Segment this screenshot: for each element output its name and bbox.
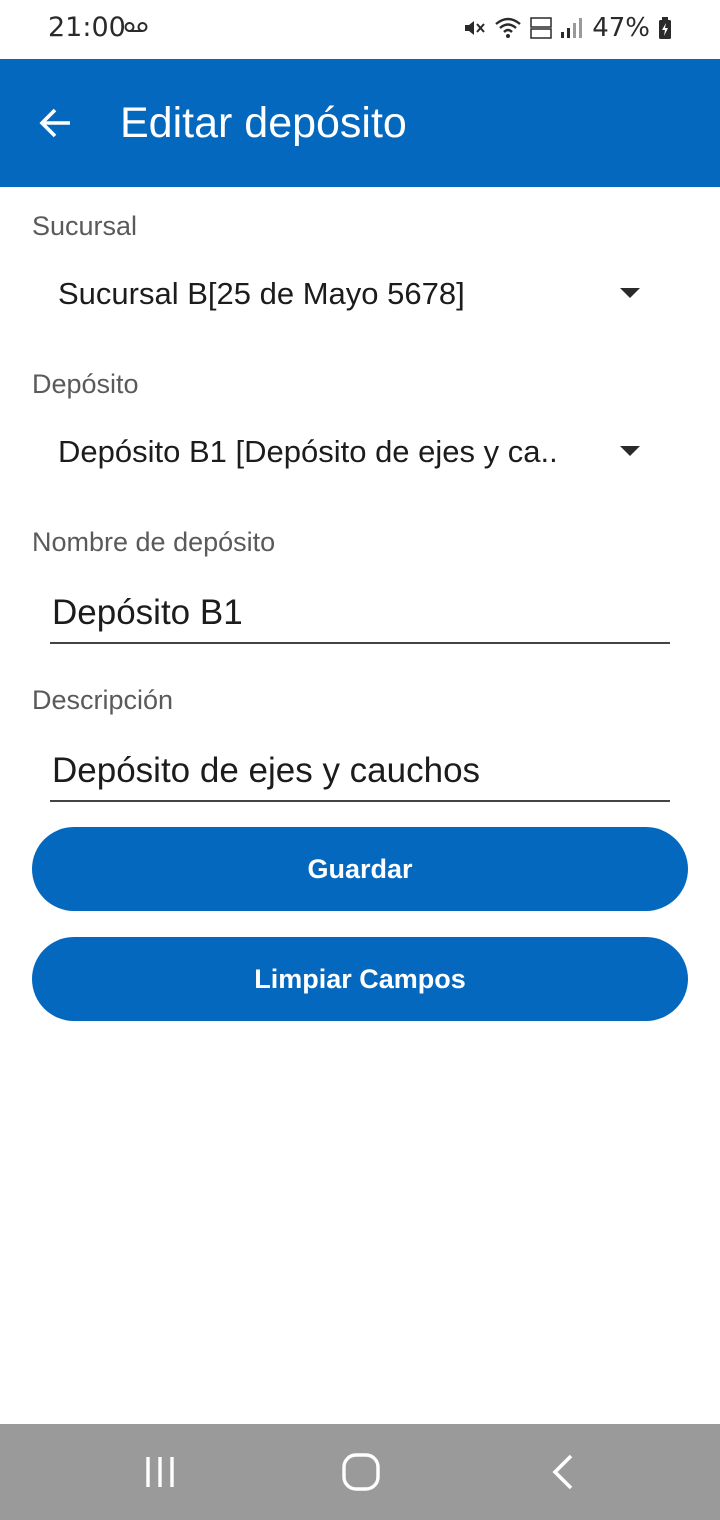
voicemail-icon xyxy=(124,22,148,32)
back-icon xyxy=(552,1454,573,1490)
system-nav-bar xyxy=(0,1424,720,1520)
status-time: 21:00 xyxy=(48,12,126,43)
mute-icon xyxy=(465,21,485,35)
screen: 21:00 47% Editar depósito Sucursal Sucur… xyxy=(0,0,720,1520)
nav-back-button[interactable] xyxy=(535,1448,591,1496)
recent-apps-icon xyxy=(146,1457,174,1487)
status-bar: 21:00 47% xyxy=(0,0,720,59)
clear-fields-button[interactable]: Limpiar Campos xyxy=(32,937,688,1021)
volte-icon xyxy=(530,17,552,39)
back-button[interactable] xyxy=(28,95,84,151)
nombre-label: Nombre de depósito xyxy=(32,527,276,557)
wifi-icon xyxy=(495,17,521,38)
nombre-input[interactable] xyxy=(50,584,670,644)
status-icons: 47% xyxy=(462,12,672,44)
signal-icon xyxy=(561,18,583,38)
sucursal-label: Sucursal xyxy=(32,211,138,241)
page-title: Editar depósito xyxy=(120,99,407,147)
home-icon xyxy=(342,1453,380,1491)
battery-icon xyxy=(659,17,671,39)
deposito-dropdown[interactable]: Depósito B1 [Depósito de ejes y ca.. xyxy=(32,422,656,486)
recent-apps-button[interactable] xyxy=(132,1448,188,1496)
chevron-down-icon xyxy=(620,288,640,298)
chevron-down-icon xyxy=(620,446,640,456)
deposito-selected-value: Depósito B1 [Depósito de ejes y ca.. xyxy=(58,434,558,469)
descripcion-label: Descripción xyxy=(32,685,174,715)
battery-percent: 47% xyxy=(592,13,650,43)
descripcion-input[interactable] xyxy=(50,742,670,802)
sucursal-dropdown[interactable]: Sucursal B[25 de Mayo 5678] xyxy=(32,264,656,328)
home-button[interactable] xyxy=(333,1448,389,1496)
save-button[interactable]: Guardar xyxy=(32,827,688,911)
arrow-left-icon xyxy=(39,108,70,138)
app-bar: Editar depósito xyxy=(0,59,720,187)
sucursal-selected-value: Sucursal B[25 de Mayo 5678] xyxy=(58,276,465,311)
deposito-label: Depósito xyxy=(32,369,139,399)
